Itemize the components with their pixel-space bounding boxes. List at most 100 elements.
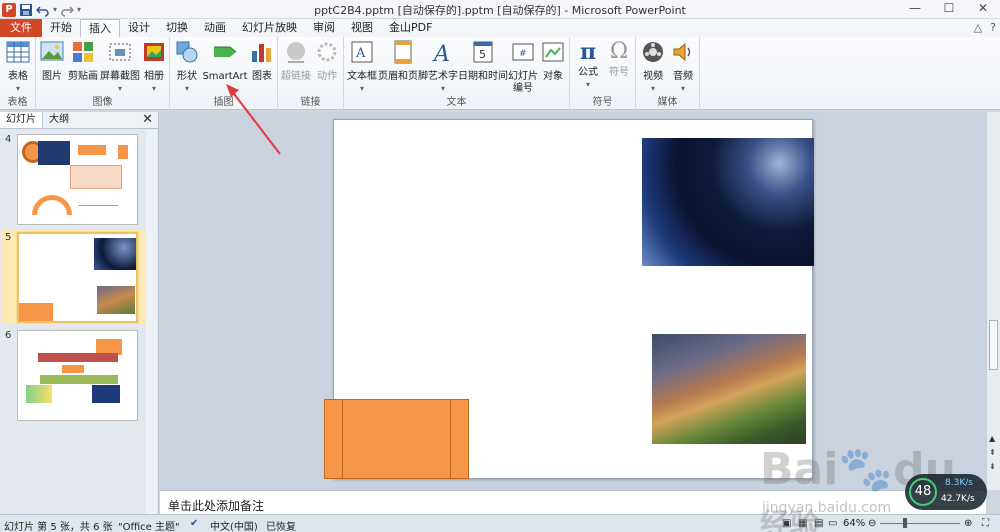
space-planet-image[interactable]	[642, 138, 814, 266]
zoom-in-icon[interactable]: ⊕	[964, 518, 972, 529]
window-title: pptC2B4.pptm [自动保存的].pptm [自动保存的] - Micr…	[314, 4, 686, 17]
table-icon	[6, 41, 30, 63]
album-button[interactable]: 相册 ▾	[140, 39, 168, 95]
slide-number-button[interactable]: # 幻灯片 编号	[508, 39, 538, 95]
wordart-button[interactable]: A 艺术字 ▾	[428, 39, 458, 95]
slide-thumbnail-4[interactable]	[17, 134, 138, 225]
slide-thumbnail-5[interactable]	[17, 232, 138, 323]
scroll-down-icon[interactable]: ▲	[989, 434, 995, 443]
tab-review[interactable]: 审阅	[305, 19, 343, 37]
shape-divider-line	[342, 400, 343, 478]
thumb-image	[97, 286, 135, 314]
tab-slides[interactable]: 幻灯片	[0, 112, 43, 128]
thumb-image	[92, 385, 120, 403]
tab-view[interactable]: 视图	[343, 19, 381, 37]
prev-slide-icon[interactable]: ⇞	[989, 448, 996, 457]
screenshot-icon	[109, 43, 131, 61]
watermark-url: jingyan.baidu.com	[762, 500, 892, 516]
paw-icon: 🐾	[838, 444, 894, 495]
slide-thumbnail-6[interactable]	[17, 330, 138, 421]
tab-insert[interactable]: 插入	[80, 19, 120, 37]
title-bar: P ▾ ▾ pptC2B4.pptm [自动保存的].pptm [自动保存的] …	[0, 0, 1000, 19]
textbox-icon: A	[351, 41, 373, 63]
picture-button[interactable]: 图片	[38, 39, 66, 83]
group-label: 媒体	[657, 97, 678, 108]
picture-icon	[40, 41, 64, 61]
svg-text:5: 5	[479, 48, 486, 61]
symbol-icon: Ω	[609, 39, 629, 64]
svg-text:A: A	[432, 42, 450, 65]
current-slide[interactable]	[324, 119, 814, 479]
chart-button[interactable]: 图表	[248, 39, 276, 83]
tab-transitions[interactable]: 切换	[158, 19, 196, 37]
shapes-button[interactable]: 形状 ▾	[172, 39, 202, 95]
table-button[interactable]: 表格 ▾	[4, 39, 32, 95]
smartart-icon	[214, 46, 237, 57]
thumb-shape	[19, 303, 53, 321]
action-button[interactable]: 动作	[312, 39, 342, 83]
group-label: 文本	[446, 97, 467, 108]
panel-scrollbar[interactable]	[146, 130, 157, 514]
close-button[interactable]: ✕	[966, 0, 1000, 18]
slide-vertical-scrollbar[interactable]: ▲ ⇞ ⇟	[986, 112, 1000, 490]
slides-panel: 幻灯片 大纲 ✕ 4 5 6	[0, 112, 159, 514]
object-button[interactable]: 对象	[538, 39, 568, 83]
help-icon[interactable]: ?	[990, 21, 996, 34]
video-button[interactable]: 视频 ▾	[638, 39, 668, 95]
thumb-image	[38, 141, 70, 165]
recovered-status: 已恢复	[266, 522, 296, 532]
svg-text:#: #	[519, 49, 527, 59]
hyperlink-icon	[287, 42, 305, 63]
equation-icon: π	[579, 39, 597, 65]
next-slide-icon[interactable]: ⇟	[989, 462, 996, 471]
ribbon-tabs: 文件 开始 插入 设计 切换 动画 幻灯片放映 审阅 视图 金山PDF △ ?	[0, 19, 1000, 37]
datetime-button[interactable]: 5 日期和时间	[458, 39, 508, 83]
smartart-button[interactable]: SmartArt	[202, 39, 248, 83]
tab-design[interactable]: 设计	[120, 19, 158, 37]
header-footer-button[interactable]: 页眉和页脚	[378, 39, 428, 83]
thumb-line	[78, 205, 118, 206]
close-icon[interactable]: ✕	[142, 112, 153, 127]
spellcheck-icon[interactable]: ✔	[190, 518, 198, 529]
maximize-button[interactable]: ☐	[932, 0, 966, 18]
orange-rectangle-shape[interactable]	[324, 399, 469, 479]
shape-divider-line	[450, 400, 451, 478]
tab-animations[interactable]: 动画	[196, 19, 234, 37]
tab-outline[interactable]: 大纲	[43, 112, 75, 128]
screenshot-button[interactable]: 屏幕截图 ▾	[100, 39, 140, 95]
network-speed-widget: 48 8.3K/s 42.7K/s	[905, 474, 987, 510]
thumb-shape	[118, 145, 128, 159]
ribbon: 表格 ▾ 表格 图片 剪贴画 屏幕截图 ▾ 相册 ▾ 图像 形状 ▾ Smart…	[0, 37, 1000, 110]
chevron-down-icon: ▾	[585, 80, 590, 89]
tab-kingsoft-pdf[interactable]: 金山PDF	[381, 19, 440, 37]
group-label: 符号	[592, 97, 613, 108]
ribbon-collapse-icon[interactable]: △	[974, 21, 982, 34]
red-arrow-annotation	[226, 84, 281, 155]
clipart-button[interactable]: 剪贴画	[66, 39, 100, 83]
minimize-button[interactable]: —	[898, 0, 932, 18]
svg-text:A: A	[355, 46, 366, 61]
hyperlink-button[interactable]: 超链接	[280, 39, 312, 83]
action-icon	[317, 42, 337, 62]
datetime-icon: 5	[473, 41, 493, 63]
speed-value: 48	[909, 478, 937, 506]
group-label: 表格	[7, 97, 28, 108]
object-icon	[542, 42, 564, 62]
video-icon	[643, 42, 663, 62]
equation-button[interactable]: π 公式 ▾	[572, 39, 604, 91]
thumb-shape	[38, 353, 118, 362]
scrollbar-thumb[interactable]	[989, 320, 998, 370]
tab-home[interactable]: 开始	[42, 19, 80, 37]
theme-name: "Office 主题"	[118, 522, 180, 532]
tab-slideshow[interactable]: 幻灯片放映	[234, 19, 305, 37]
symbol-button[interactable]: Ω 符号	[604, 39, 634, 79]
audio-button[interactable]: 音频 ▾	[668, 39, 698, 95]
group-images: 图片 剪贴画 屏幕截图 ▾ 相册 ▾ 图像	[36, 37, 170, 110]
thumb-image	[94, 238, 136, 270]
language[interactable]: 中文(中国)	[210, 518, 258, 532]
textbox-button[interactable]: A 文本框 ▾	[346, 39, 378, 95]
fit-to-window-icon[interactable]: ⛶	[982, 518, 989, 529]
upload-speed: 8.3K/s	[945, 478, 973, 488]
download-speed: 42.7K/s	[941, 494, 975, 504]
tab-file[interactable]: 文件	[0, 19, 42, 37]
